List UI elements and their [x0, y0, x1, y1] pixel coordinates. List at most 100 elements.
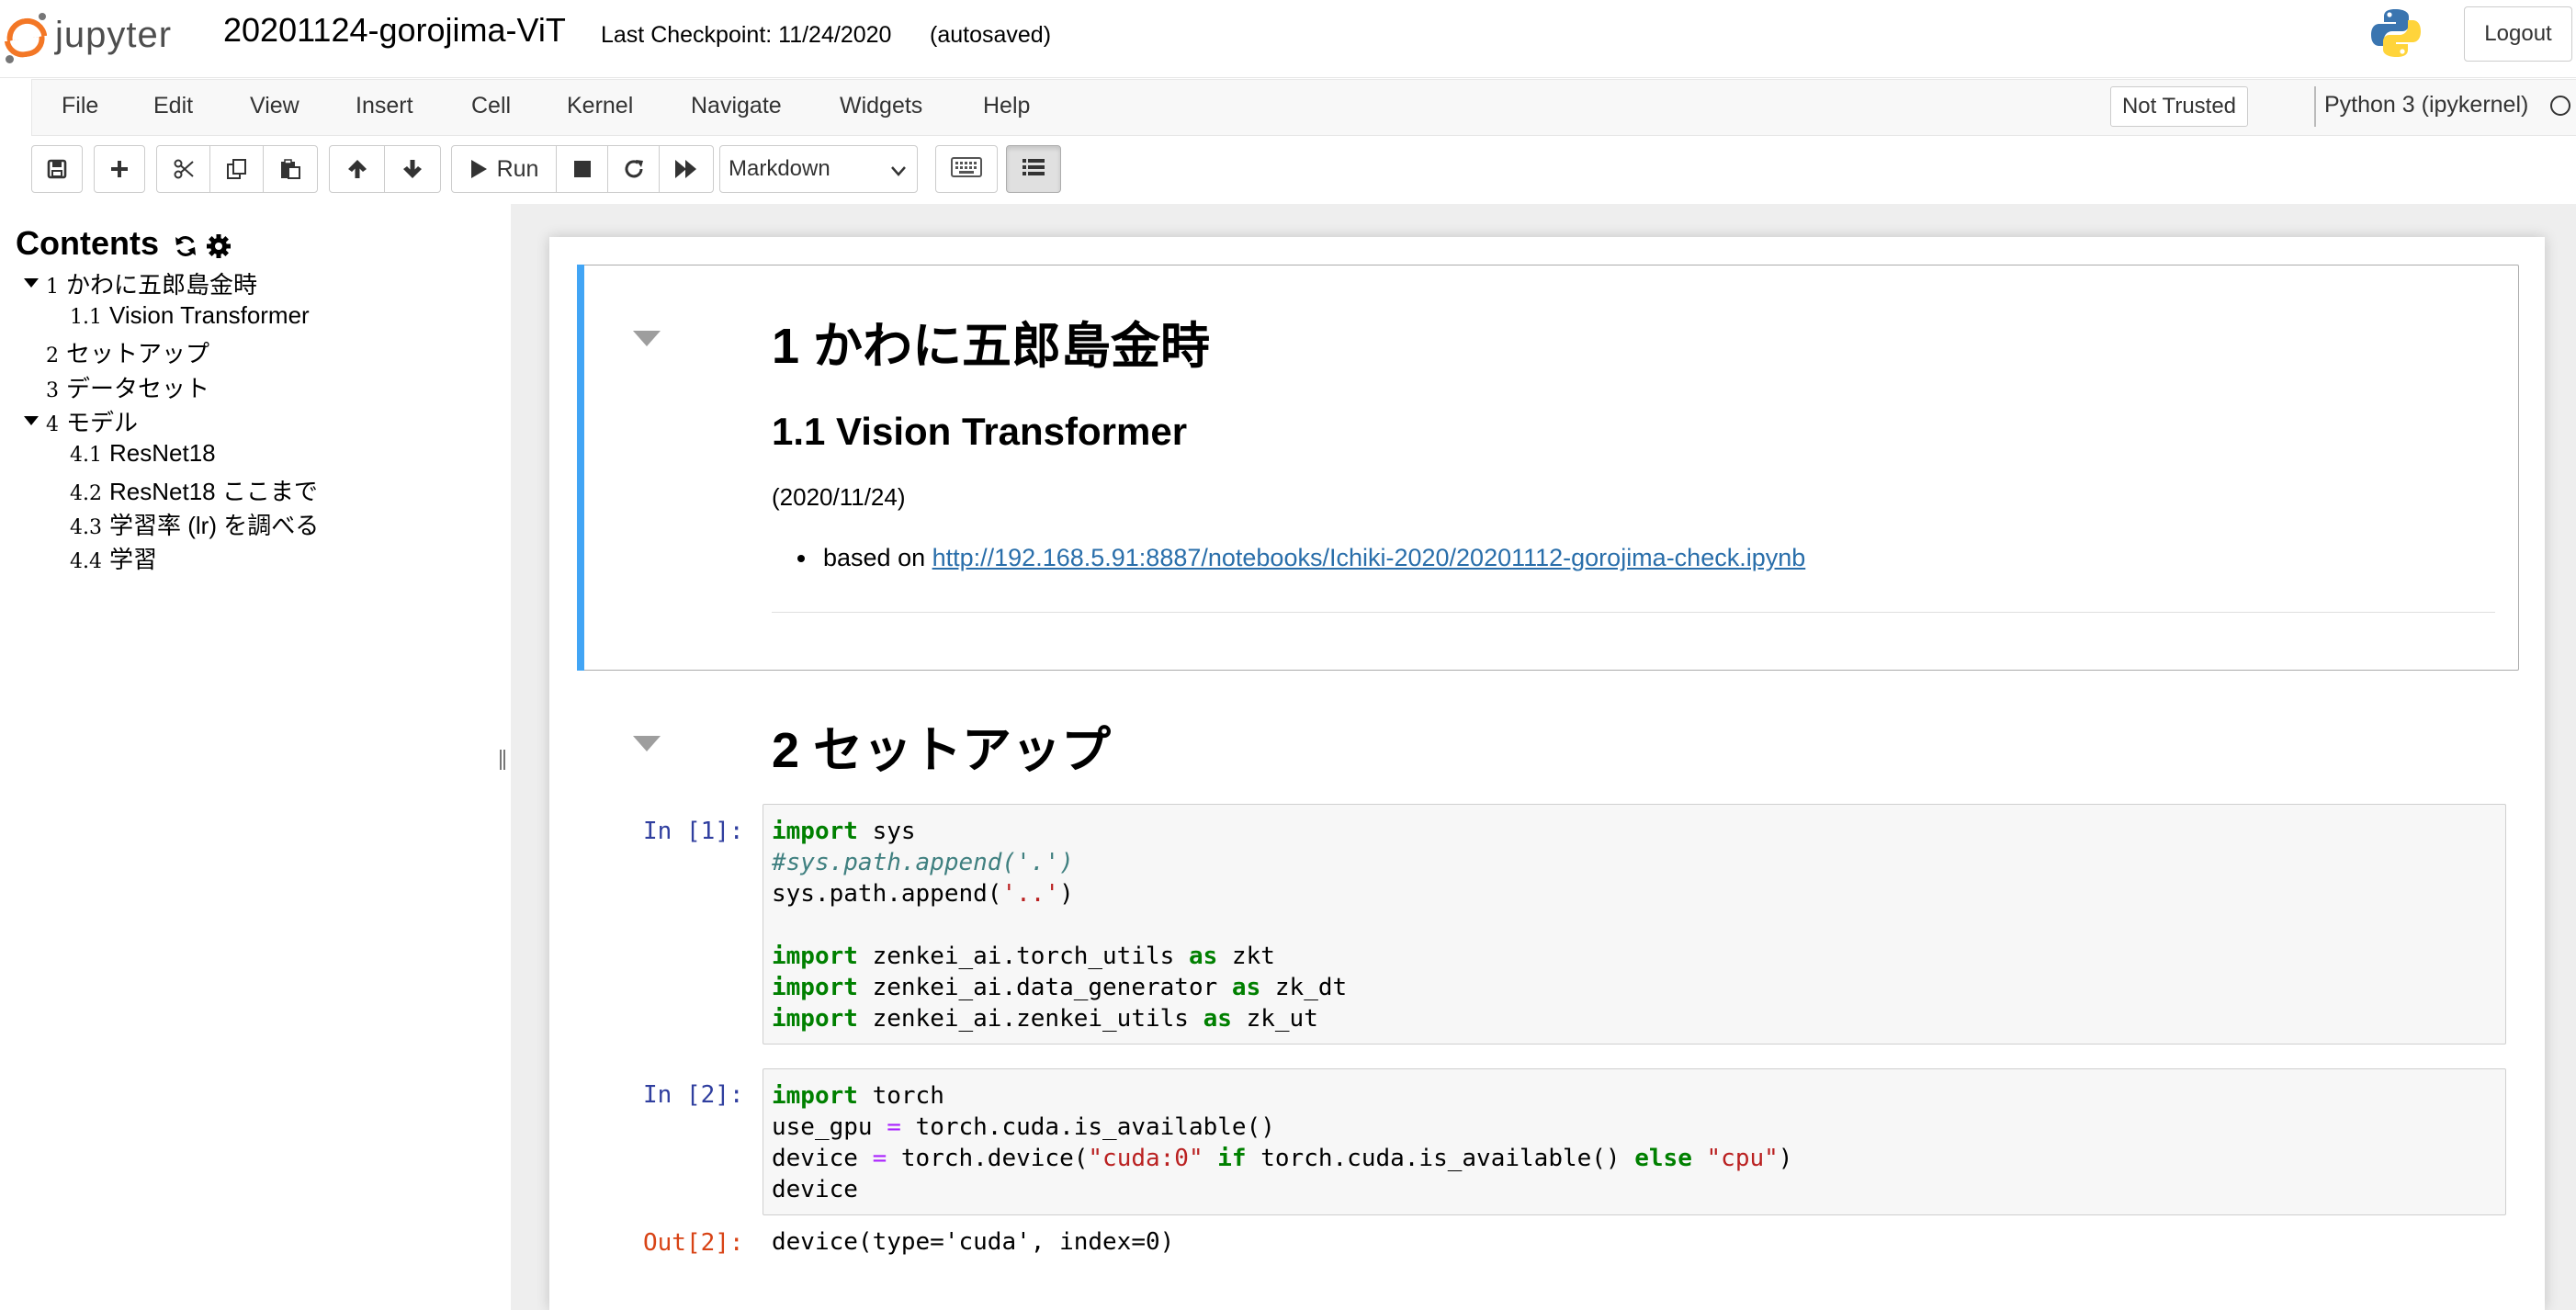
arrow-up-icon [347, 158, 367, 180]
toc-item[interactable]: 4.3 学習率 (lr) を調べる [70, 507, 319, 541]
menu-insert[interactable]: Insert [356, 93, 413, 119]
toc-item[interactable]: 3 データセット [46, 370, 209, 404]
logout-button[interactable]: Logout [2464, 6, 2572, 62]
code-line: import torch [772, 1082, 944, 1110]
play-icon [469, 159, 488, 179]
toc-item-label: モデル [66, 409, 139, 436]
toc-item[interactable]: 4 モデル [46, 404, 138, 438]
fast-forward-icon [674, 159, 698, 179]
toc-item[interactable]: 1.1 Vision Transformer [70, 301, 310, 330]
interrupt-button[interactable] [557, 146, 608, 192]
toc-item-label: かわに五郎島金時 [66, 271, 258, 299]
move-down-button[interactable] [385, 146, 440, 192]
save-group [31, 145, 83, 193]
menu-kernel[interactable]: Kernel [567, 93, 633, 119]
insert-cell-button[interactable] [95, 146, 144, 192]
toc-sidebar: Contents 1 かわに五郎島金時 1.1 Vision Transformer… [0, 204, 511, 1310]
code-line: import zenkei_ai.zenkei_utils as zk_ut [772, 1005, 1318, 1033]
checkpoint-status: Last Checkpoint: 11/24/2020 [601, 22, 892, 48]
cut-button[interactable] [157, 146, 210, 192]
restart-run-all-button[interactable] [660, 146, 713, 192]
list-icon [1022, 158, 1045, 181]
command-palette-button[interactable] [935, 145, 998, 193]
chevron-down-icon [889, 161, 908, 186]
based-on-prefix: based on [823, 544, 932, 571]
sidebar-resize-handle[interactable] [500, 750, 505, 770]
menu-file[interactable]: File [62, 93, 98, 119]
code-line: import zenkei_ai.data_generator as zk_dt [772, 974, 1348, 1001]
code-line: device = torch.device("cuda:0" if torch.… [772, 1145, 1793, 1172]
toc-item[interactable]: 4.1 ResNet18 [70, 439, 216, 468]
toc-toggle-button[interactable] [1006, 145, 1061, 193]
toc-item-number: 3 [46, 379, 59, 402]
arrow-down-icon [402, 158, 423, 180]
toc-title: Contents [16, 224, 159, 262]
code-line: import zenkei_ai.torch_utils as zkt [772, 943, 1275, 970]
toc-item[interactable]: 1 かわに五郎島金時 [46, 266, 257, 300]
horizontal-rule [772, 612, 2495, 613]
toc-item-label: ResNet18 [109, 439, 216, 467]
clipboard-group [156, 145, 318, 193]
toc-collapse-icon[interactable] [24, 416, 39, 425]
toc-settings-icon[interactable] [206, 233, 232, 264]
kernel-idle-icon [2550, 96, 2570, 116]
menu-help[interactable]: Help [983, 93, 1030, 119]
restart-button[interactable] [608, 146, 660, 192]
toc-item-number: 4.1 [70, 444, 102, 467]
toc-item[interactable]: 4.4 学習 [70, 541, 157, 575]
cell-type-value: Markdown [729, 156, 830, 181]
toc-item-number: 4.3 [70, 516, 102, 539]
move-up-button[interactable] [330, 146, 385, 192]
menu-view[interactable]: View [250, 93, 299, 119]
toc-refresh-icon[interactable] [173, 233, 198, 264]
move-group [329, 145, 441, 193]
toc-item-label: 学習率 (lr) を調べる [109, 512, 320, 539]
toc-item[interactable]: 4.2 ResNet18 ここまで [70, 473, 318, 507]
toolbar: Run [0, 138, 2576, 202]
refresh-icon [623, 158, 645, 180]
notebook-name[interactable]: 20201124-gorojima-ViT [223, 11, 566, 50]
cell-output: device(type='cuda', index=0) [772, 1228, 1175, 1256]
code-line: sys.path.append('..') [772, 880, 1074, 908]
toc-item-number: 1 [46, 276, 59, 299]
save-button[interactable] [32, 146, 82, 192]
code-block: import torch use_gpu = torch.cuda.is_avai… [772, 1080, 1792, 1205]
jupyter-logo-icon [4, 11, 48, 63]
source-notebook-link[interactable]: http://192.168.5.91:8887/notebooks/Ichik… [932, 544, 1806, 571]
cut-icon [173, 158, 195, 180]
cell-type-select[interactable]: Markdown [719, 145, 918, 193]
collapse-heading-icon[interactable] [633, 331, 661, 346]
heading-2: 1.1 Vision Transformer [772, 410, 1188, 453]
selected-cell-indicator [577, 265, 584, 671]
run-button[interactable]: Run [452, 146, 557, 192]
menu-navigate[interactable]: Navigate [691, 93, 782, 119]
menu-widgets[interactable]: Widgets [840, 93, 922, 119]
menu-edit[interactable]: Edit [153, 93, 193, 119]
toc-item-label: Vision Transformer [109, 301, 310, 329]
kernel-name[interactable]: Python 3 (ipykernel) [2324, 92, 2528, 119]
heading-1: 2 セットアップ [772, 723, 1112, 778]
keyboard-icon [951, 156, 982, 182]
toc-item-number: 1.1 [70, 306, 102, 329]
jupyter-logo[interactable]: jupyter [4, 7, 172, 66]
menu-cell[interactable]: Cell [471, 93, 511, 119]
code-line: device [772, 1176, 858, 1203]
toc-item-number: 2 [46, 344, 59, 367]
toc-collapse-icon[interactable] [24, 278, 39, 288]
based-on-text: based on http://192.168.5.91:8887/notebo… [823, 544, 1805, 572]
kernel-divider [2314, 86, 2316, 127]
toc-item-label: セットアップ [66, 340, 210, 367]
paste-icon [279, 158, 301, 180]
paste-button[interactable] [264, 146, 317, 192]
toc-item[interactable]: 2 セットアップ [46, 335, 209, 369]
toc-item-label: ResNet18 ここまで [109, 478, 318, 505]
jupyter-logo-text: jupyter [55, 14, 173, 55]
run-label: Run [496, 155, 539, 182]
input-prompt: In [2]: [643, 1081, 744, 1109]
collapse-heading-icon[interactable] [633, 736, 661, 751]
toc-item-number: 4 [46, 413, 59, 436]
toc-item-label: 学習 [109, 546, 158, 573]
copy-button[interactable] [210, 146, 264, 192]
trust-button[interactable]: Not Trusted [2110, 86, 2248, 127]
toc-item-number: 4.4 [70, 550, 102, 573]
